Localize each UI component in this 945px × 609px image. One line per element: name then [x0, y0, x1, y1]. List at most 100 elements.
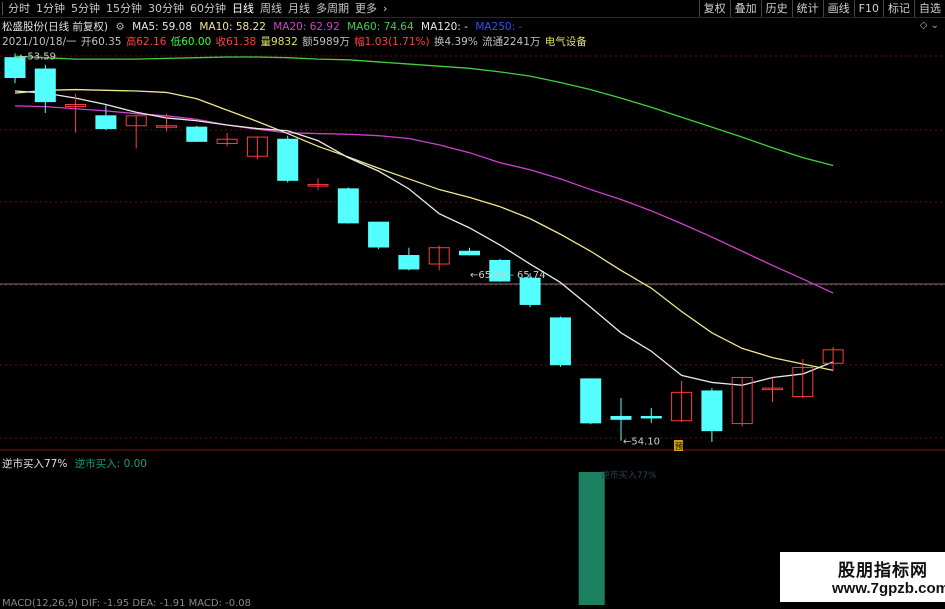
quote-date: 2021/10/18/一 [2, 36, 77, 48]
quote-change: 幅1.03(1.71%) [354, 36, 430, 48]
toolbar-right-buttons: 复权 叠加 历史 统计 画线 F10 标记 自选 [698, 0, 945, 17]
candle-21 [640, 407, 662, 423]
period-tab-0[interactable]: 分时 [5, 0, 33, 17]
ma5-value: MA5: 59.08 [132, 21, 192, 33]
candle-20 [610, 398, 632, 441]
candle-4 [125, 115, 147, 149]
ma60-line [14, 55, 834, 167]
candle-body-19 [580, 378, 602, 424]
toolbar-button-4[interactable]: 画线 [822, 0, 854, 17]
candle-body-15 [459, 250, 480, 256]
period-tab-1[interactable]: 1分钟 [33, 0, 68, 17]
ma120-value: MA120: - [421, 21, 468, 33]
candle-body-12 [368, 221, 390, 248]
ma10-value: MA10: 58.22 [199, 21, 266, 33]
period-tab-8[interactable]: 月线 [285, 0, 313, 17]
low-label: ←54.10 [623, 437, 660, 448]
candle-1 [34, 64, 56, 113]
range-label: ←65.88 - 65.74 [470, 270, 546, 281]
quote-high: 高62.16 [125, 36, 167, 48]
quote-float: 流通2241万 [482, 36, 541, 48]
period-tab-5[interactable]: 60分钟 [187, 0, 229, 17]
indicator-title: 逆市买入77% [2, 458, 68, 470]
quote-low: 低60.00 [170, 36, 212, 48]
ma20-line [14, 105, 834, 294]
candle-body-13 [398, 255, 420, 270]
candle-27 [822, 346, 844, 371]
indicator-value: 逆市买入: 0.00 [74, 458, 147, 470]
high-label: ←53.59 [19, 51, 56, 62]
candle-body-11 [337, 188, 359, 224]
panel-controls[interactable]: ◇ ⌄ [920, 20, 939, 31]
settings-icon[interactable]: ⚙ [115, 21, 124, 33]
toolbar-button-3[interactable]: 统计 [791, 0, 823, 17]
candle-body-18 [549, 317, 571, 366]
period-tab-2[interactable]: 5分钟 [68, 0, 103, 17]
candle-25 [762, 377, 783, 403]
toolbar-button-1[interactable]: 叠加 [729, 0, 761, 17]
period-tab-7[interactable]: 周线 [257, 0, 285, 17]
indicator-bar-label: 逆市买入77% [601, 469, 657, 481]
macd-row: MACD(12,26,9) DIF: -1.95 DEA: -1.91 MACD… [2, 598, 251, 609]
ma250-value: MA250: - [475, 21, 523, 33]
candle-body-23 [701, 390, 723, 432]
candle-19 [580, 378, 602, 425]
watermark-logo: 股朋指标网 www.7gpzb.com [780, 552, 945, 602]
tag-label: 预 [675, 441, 683, 451]
candle-10 [307, 178, 329, 191]
candle-body-9 [277, 138, 299, 181]
watermark-url: www.7gpzb.com [832, 580, 945, 597]
period-tab-10[interactable]: 更多 [352, 0, 380, 17]
candle-body-3 [95, 115, 117, 130]
candle-18 [549, 316, 571, 367]
quote-sector: 电气设备 [544, 36, 587, 48]
candlestick-series [4, 53, 844, 442]
toolbar-button-7[interactable]: 自选 [914, 0, 945, 17]
candle-body-21 [640, 415, 662, 419]
candle-11 [337, 187, 359, 224]
candle-12 [368, 221, 390, 250]
kline-chart[interactable]: 逆市买入77% ←53.59 ←54.10 ←65.88 - 65.74 预 [0, 0, 945, 609]
moving-average-lines [14, 55, 834, 386]
period-tab-6[interactable]: 日线 [229, 0, 257, 17]
candle-14 [428, 245, 450, 271]
quote-info-row: 2021/10/18/一 开60.35 高62.16 低60.00 收61.38… [2, 34, 588, 48]
period-tab-3[interactable]: 15分钟 [103, 0, 145, 17]
period-tab-4[interactable]: 30分钟 [145, 0, 187, 17]
toolbar-button-2[interactable]: 历史 [760, 0, 792, 17]
period-tab-9[interactable]: 多周期 [313, 0, 352, 17]
candle-9 [277, 135, 299, 183]
candle-6 [186, 125, 208, 143]
ma5-line [14, 90, 834, 386]
ma10-line [14, 88, 834, 372]
candle-body-1 [34, 68, 56, 103]
watermark-name: 股朋指标网 [838, 561, 928, 581]
ma60-value: MA60: 74.64 [347, 21, 414, 33]
macd-text: MACD(12,26,9) DIF: -1.95 DEA: -1.91 MACD… [2, 598, 252, 609]
candle-15 [459, 247, 480, 256]
indicator-panel: 逆市买入77% [578, 469, 657, 605]
candle-22 [671, 381, 693, 423]
candle-body-17 [519, 277, 541, 305]
chevron-right-icon[interactable]: › [380, 0, 390, 17]
candle-7 [216, 132, 238, 147]
candle-8 [246, 136, 268, 160]
quote-close: 收61.38 [215, 36, 257, 48]
period-toolbar: 分时 1分钟 5分钟 15分钟 30分钟 60分钟 日线 周线 月线 多周期 更多 › 复权 叠加 历史 统计… [0, 0, 945, 18]
ma20-value: MA20: 62.92 [273, 21, 340, 33]
stock-name: 松盛股份(日线 前复权) [2, 21, 109, 33]
toolbar-button-0[interactable]: 复权 [698, 0, 730, 17]
quote-amount: 额5989万 [302, 36, 350, 48]
quote-volume: 量9832 [260, 36, 298, 48]
toolbar-button-5[interactable]: F10 [853, 0, 883, 17]
quote-turnover: 换4.39% [433, 36, 478, 48]
candle-body-6 [186, 126, 208, 142]
indicator-title-row: 逆市买入77% 逆市买入: 0.00 [2, 456, 147, 471]
indicator-bar [578, 472, 605, 605]
toolbar-button-6[interactable]: 标记 [883, 0, 914, 17]
quote-open: 开60.35 [80, 36, 122, 48]
candle-body-20 [610, 415, 632, 420]
candle-3 [95, 104, 117, 130]
candle-13 [398, 247, 420, 271]
stock-title-row: 松盛股份(日线 前复权) ⚙ MA5: 59.08 MA10: 58.22 MA… [2, 19, 526, 33]
